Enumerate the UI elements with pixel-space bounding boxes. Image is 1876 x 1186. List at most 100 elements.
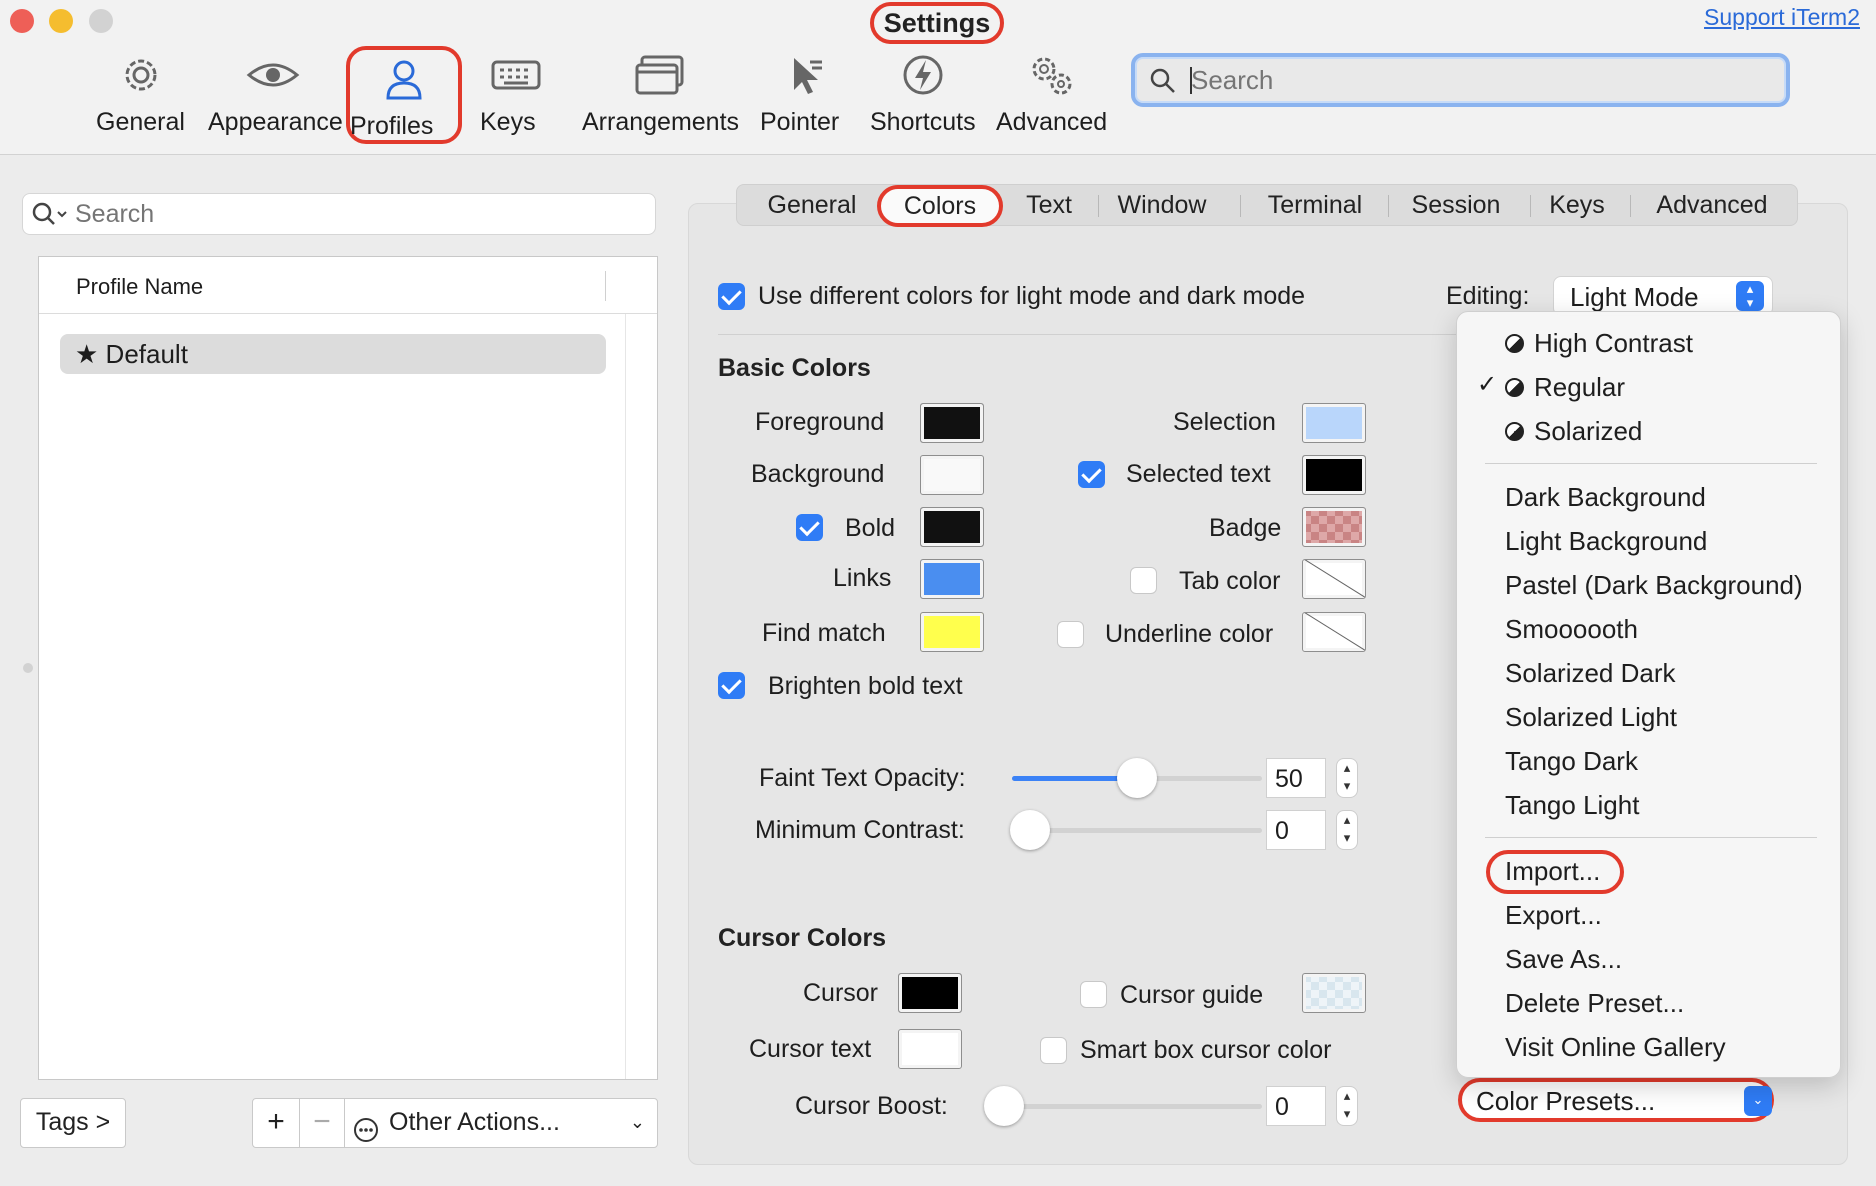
menu-item-export[interactable]: Export... (1505, 900, 1602, 931)
zoom-window-button[interactable] (89, 9, 113, 33)
cursor-boost-stepper[interactable]: ▴ ▾ (1336, 1086, 1358, 1126)
cursor-guide-color-well[interactable] (1302, 973, 1366, 1013)
tab-colors[interactable]: Colors (877, 185, 1003, 227)
toolbar-shortcuts[interactable]: Shortcuts (870, 52, 976, 142)
tab-window[interactable]: Window (1107, 185, 1217, 227)
menu-item-high-contrast[interactable]: High Contrast (1505, 328, 1693, 359)
selected-text-color-well[interactable] (1302, 455, 1366, 495)
support-link[interactable]: Support iTerm2 (1704, 4, 1860, 31)
toolbar-general[interactable]: General (96, 52, 186, 142)
add-profile-button[interactable]: + (252, 1098, 300, 1148)
table-row[interactable]: ★ Default (60, 334, 606, 374)
underline-color-checkbox[interactable] (1057, 621, 1084, 648)
tags-button[interactable]: Tags > (20, 1098, 126, 1148)
color-presets-button[interactable]: Color Presets... ⌄ (1458, 1078, 1774, 1122)
star-icon: ★ (75, 339, 99, 369)
table-scroll-divider (625, 314, 626, 1079)
profile-search-field[interactable] (22, 193, 656, 235)
split-view-handle[interactable] (23, 663, 33, 673)
foreground-color-well[interactable] (920, 403, 984, 443)
search-menu-icon[interactable] (31, 200, 69, 233)
contrast-icon (1505, 334, 1524, 353)
min-contrast-value[interactable]: 0 (1266, 810, 1326, 850)
underline-color-well[interactable] (1302, 612, 1366, 652)
tab-color-well[interactable] (1302, 559, 1366, 599)
cursor-text-color-well[interactable] (898, 1029, 962, 1069)
cursor-colors-heading: Cursor Colors (718, 924, 887, 952)
editing-label: Editing: (1446, 282, 1530, 310)
tab-color-checkbox[interactable] (1130, 567, 1157, 594)
badge-color-well[interactable] (1302, 507, 1366, 547)
window-toolbar: Settings Support iTerm2 General Appearan… (0, 0, 1876, 155)
profile-search-input[interactable] (75, 200, 635, 228)
cursor-boost-slider-track[interactable] (986, 1104, 1262, 1109)
selected-text-checkbox[interactable] (1078, 461, 1105, 488)
menu-item-regular[interactable]: Regular (1505, 372, 1625, 403)
close-window-button[interactable] (10, 9, 34, 33)
min-contrast-slider-knob[interactable] (1010, 810, 1050, 850)
toolbar-arrangements[interactable]: Arrangements (582, 52, 739, 142)
menu-item-preset[interactable]: Solarized Dark (1505, 658, 1676, 689)
toolbar-profiles[interactable]: Profiles (346, 46, 462, 144)
light-dark-checkbox[interactable] (718, 283, 745, 310)
selection-color-well[interactable] (1302, 403, 1366, 443)
tab-advanced[interactable]: Advanced (1643, 185, 1781, 227)
chevron-down-icon: ⌄ (629, 1112, 645, 1132)
links-color-well[interactable] (920, 559, 984, 599)
menu-item-visit-gallery[interactable]: Visit Online Gallery (1505, 1032, 1726, 1063)
menu-item-solarized[interactable]: Solarized (1505, 416, 1642, 447)
tab-general[interactable]: General (757, 185, 867, 227)
toolbar-appearance[interactable]: Appearance (208, 52, 343, 142)
profile-table: Profile Name ★ Default (38, 256, 658, 1080)
gears-icon (996, 52, 1108, 108)
bold-checkbox[interactable] (796, 514, 823, 541)
brighten-bold-label: Brighten bold text (768, 672, 963, 700)
remove-profile-button[interactable]: − (299, 1098, 345, 1148)
tab-keys[interactable]: Keys (1543, 185, 1611, 227)
cursor-guide-checkbox[interactable] (1080, 981, 1107, 1008)
tab-text[interactable]: Text (1013, 185, 1085, 227)
editing-mode-select[interactable]: Light Mode ▴ ▾ (1553, 276, 1773, 316)
background-color-well[interactable] (920, 455, 984, 495)
tab-separator (1240, 195, 1241, 217)
brighten-bold-checkbox[interactable] (718, 672, 745, 699)
profile-name-column-header[interactable]: Profile Name (39, 257, 657, 314)
menu-item-delete-preset[interactable]: Delete Preset... (1505, 988, 1684, 1019)
menu-item-preset[interactable]: Tango Dark (1505, 746, 1638, 777)
smart-box-checkbox[interactable] (1040, 1037, 1067, 1064)
tab-terminal[interactable]: Terminal (1253, 185, 1377, 227)
menu-item-preset[interactable]: Dark Background (1505, 482, 1706, 513)
window-title: Settings (870, 2, 1004, 44)
other-actions-button[interactable]: Other Actions... ⌄ (344, 1098, 658, 1148)
faint-opacity-stepper[interactable]: ▴ ▾ (1336, 758, 1358, 798)
basic-colors-heading: Basic Colors (718, 354, 871, 382)
tab-separator (1630, 195, 1631, 217)
menu-item-preset[interactable]: Tango Light (1505, 790, 1639, 821)
toolbar-search-field[interactable] (1131, 53, 1790, 107)
find-match-color-well[interactable] (920, 612, 984, 652)
toolbar-search-input[interactable] (1191, 63, 1771, 97)
cursor-boost-value[interactable]: 0 (1266, 1086, 1326, 1126)
selection-label: Selection (1173, 408, 1276, 436)
cursor-color-well[interactable] (898, 973, 962, 1013)
keyboard-icon (480, 52, 552, 108)
toolbar-advanced[interactable]: Advanced (996, 52, 1108, 142)
toolbar-keys[interactable]: Keys (480, 52, 552, 142)
tab-session[interactable]: Session (1401, 185, 1511, 227)
foreground-label: Foreground (755, 408, 885, 436)
menu-item-save-as[interactable]: Save As... (1505, 944, 1622, 975)
bold-color-well[interactable] (920, 507, 984, 547)
minimize-window-button[interactable] (49, 9, 73, 33)
eye-icon (208, 52, 338, 108)
toolbar-pointer[interactable]: Pointer (760, 52, 850, 142)
search-icon (1149, 67, 1177, 100)
cursor-boost-slider-knob[interactable] (984, 1086, 1024, 1126)
menu-item-preset[interactable]: Smoooooth (1505, 614, 1638, 645)
min-contrast-stepper[interactable]: ▴ ▾ (1336, 810, 1358, 850)
faint-opacity-slider-knob[interactable] (1117, 758, 1157, 798)
menu-item-preset[interactable]: Pastel (Dark Background) (1505, 570, 1803, 601)
menu-item-preset[interactable]: Light Background (1505, 526, 1707, 557)
menu-item-preset[interactable]: Solarized Light (1505, 702, 1677, 733)
menu-separator (1485, 837, 1817, 838)
faint-opacity-value[interactable]: 50 (1266, 758, 1326, 798)
